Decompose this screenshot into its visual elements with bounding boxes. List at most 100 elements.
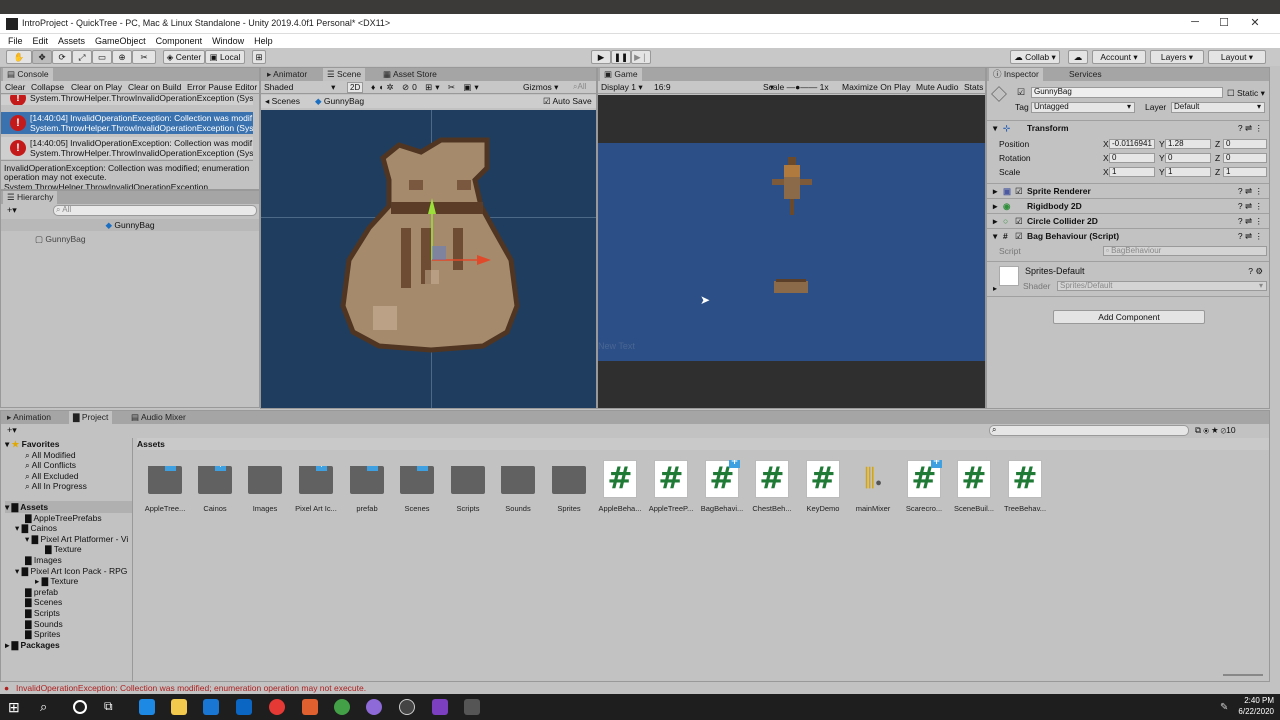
scale-x-field[interactable]: 1 <box>1109 167 1155 177</box>
tab-services[interactable]: Services <box>1065 68 1106 81</box>
status-bar[interactable]: ● InvalidOperationException: Collection … <box>0 683 1280 694</box>
console-entry[interactable]: ! System.ThrowHelper.ThrowInvalidOperati… <box>1 95 253 105</box>
layers-dropdown[interactable]: Layers ▾ <box>1150 50 1204 64</box>
chrome-icon[interactable] <box>269 699 285 715</box>
tab-scene[interactable]: ☰ Scene <box>323 68 366 81</box>
console-entry-selected[interactable]: ! [14:40:04] InvalidOperationException: … <box>1 112 253 134</box>
asset-script[interactable]: # SceneBuil... <box>950 460 998 513</box>
object-name-field[interactable]: GunnyBag <box>1031 87 1223 98</box>
tab-animator[interactable]: ▸ Animator <box>263 68 311 81</box>
asset-folder[interactable]: Sounds <box>494 466 542 513</box>
task-view-icon[interactable]: ⧉ <box>104 699 113 714</box>
collab-button[interactable]: ☁ Collab ▾ <box>1010 50 1060 64</box>
file-explorer-icon[interactable] <box>171 699 187 715</box>
console-clear-button[interactable]: Clear <box>5 82 25 92</box>
rotate-tool-button[interactable]: ⟳ <box>52 50 72 64</box>
asset-folder[interactable]: ⋯AppleTree... <box>141 466 189 513</box>
unity-editor-icon[interactable] <box>464 699 480 715</box>
visual-studio-icon[interactable] <box>432 699 448 715</box>
console-error-pause-button[interactable]: Error Pause <box>187 82 232 92</box>
asset-script[interactable]: # KeyDemo <box>799 460 847 513</box>
tab-project[interactable]: ▇ Project <box>69 411 113 424</box>
bag-behaviour-header[interactable]: ▾ # ☑ Bag Behaviour (Script) ? ⇌ ⋮ <box>987 228 1269 243</box>
display-dropdown[interactable]: Display 1 ▾ <box>601 82 643 93</box>
position-y-field[interactable]: 1.28 <box>1165 139 1211 149</box>
hierarchy-item[interactable]: ▢ GunnyBag <box>35 233 259 245</box>
rigidbody-2d-header[interactable]: ▸ ◉ Rigidbody 2D ? ⇌ ⋮ <box>987 198 1269 213</box>
asset-script[interactable]: # TreeBehav... <box>1001 460 1049 513</box>
asset-folder[interactable]: +Cainos <box>191 466 239 513</box>
asset-folder[interactable]: +Pixel Art Ic... <box>292 466 340 513</box>
rotation-x-field[interactable]: 0 <box>1109 153 1155 163</box>
menu-file[interactable]: File <box>0 34 28 48</box>
account-dropdown[interactable]: Account ▾ <box>1092 50 1146 64</box>
rect-tool-button[interactable]: ▭ <box>92 50 112 64</box>
project-search-input[interactable]: ⌕ <box>989 425 1189 436</box>
asset-folder[interactable]: Scripts <box>444 466 492 513</box>
scale-tool-button[interactable]: ⤢ <box>72 50 92 64</box>
tab-inspector[interactable]: ⓘ Inspector <box>989 68 1043 81</box>
asset-folder[interactable]: ⋯Scenes <box>393 466 441 513</box>
snap-button[interactable]: ⊞ <box>252 50 266 64</box>
edge-icon[interactable] <box>139 699 155 715</box>
scene-search-input[interactable]: ⌕All <box>573 82 586 92</box>
unity-hub-icon[interactable] <box>399 699 415 715</box>
gunnybag-sprite[interactable] <box>261 110 596 408</box>
menu-edit[interactable]: Edit <box>28 34 54 48</box>
pivot-local-button[interactable]: ▣ Local <box>205 50 245 64</box>
minimize-button[interactable]: ─ <box>1180 16 1210 32</box>
console-entry[interactable]: ! [14:40:05] InvalidOperationException: … <box>1 137 253 159</box>
icon-size-slider[interactable] <box>1223 674 1263 676</box>
position-x-field[interactable]: -0.0116941 <box>1109 139 1155 149</box>
app-icon[interactable] <box>302 699 318 715</box>
scene-viewport[interactable] <box>261 110 596 408</box>
custom-tool-button[interactable]: ✂ <box>132 50 156 64</box>
asset-audio-mixer[interactable]: ⫼● mainMixer <box>849 460 897 513</box>
layer-dropdown[interactable]: Default ▾ <box>1171 102 1265 113</box>
windows-start-icon[interactable]: ⊞ <box>8 699 24 715</box>
tag-dropdown[interactable]: Untagged ▾ <box>1031 102 1135 113</box>
tab-hierarchy[interactable]: ☰ Hierarchy <box>3 191 58 204</box>
menu-gameobject[interactable]: GameObject <box>90 34 151 48</box>
rotation-y-field[interactable]: 0 <box>1165 153 1211 163</box>
2d-toggle[interactable]: 2D <box>347 82 364 93</box>
layout-dropdown[interactable]: Layout ▾ <box>1208 50 1266 64</box>
asset-script[interactable]: # + BagBehavi... <box>698 460 746 513</box>
circle-collider-2d-header[interactable]: ▸ ○ ☑ Circle Collider 2D ? ⇌ ⋮ <box>987 213 1269 228</box>
active-checkbox[interactable]: ☑ <box>1017 87 1025 98</box>
auto-save-toggle[interactable]: ☑ Auto Save <box>543 96 592 107</box>
hierarchy-search-input[interactable]: ⌕ All <box>53 205 257 216</box>
assets-breadcrumb[interactable]: Assets <box>137 438 1269 450</box>
packages-root[interactable]: ▸ ▇ Packages <box>5 639 132 651</box>
mail-icon[interactable] <box>236 699 252 715</box>
static-toggle[interactable]: ☐ Static ▾ <box>1227 88 1265 99</box>
gizmos-dropdown[interactable]: Gizmos ▾ <box>523 82 558 93</box>
menu-help[interactable]: Help <box>249 34 278 48</box>
transform-tool-button[interactable]: ⊕ <box>112 50 132 64</box>
step-button[interactable]: ▶❘ <box>631 50 651 64</box>
scene-toggles[interactable]: ♦◖✲ ⊘0 ⊞▾ ✂ ▣▾ <box>371 82 482 93</box>
shading-dropdown[interactable]: Shaded ▾ <box>264 82 335 93</box>
sprite-renderer-header[interactable]: ▸ ▣ ☑ Sprite Renderer ? ⇌ ⋮ <box>987 183 1269 198</box>
clock-time[interactable]: 2:40 PM <box>1240 696 1274 705</box>
chrome-alt-icon[interactable] <box>334 699 350 715</box>
asset-script[interactable]: # AppleBeha... <box>596 460 644 513</box>
menu-window[interactable]: Window <box>207 34 249 48</box>
breadcrumb-scenes[interactable]: ◂ Scenes <box>265 96 300 107</box>
tab-asset-store[interactable]: ▦ Asset Store <box>379 68 441 81</box>
rotation-z-field[interactable]: 0 <box>1223 153 1267 163</box>
stats-toggle[interactable]: Stats <box>964 82 983 92</box>
search-icon[interactable]: ⌕ <box>40 699 47 715</box>
console-collapse-button[interactable]: Collapse <box>31 82 64 92</box>
console-editor-dropdown[interactable]: Editor <box>235 82 257 92</box>
pause-button[interactable]: ❚❚ <box>611 50 631 64</box>
game-viewport[interactable]: New Text ➤ <box>598 95 985 408</box>
tab-animation[interactable]: ▸ Animation <box>3 411 55 424</box>
scale-slider[interactable]: Scale ―●―― 1x <box>763 82 829 92</box>
console-clear-on-build-button[interactable]: Clear on Build <box>128 82 181 92</box>
move-tool-button[interactable]: ✥ <box>32 50 52 64</box>
play-button[interactable]: ▶ <box>591 50 611 64</box>
maximize-on-play-toggle[interactable]: Maximize On Play <box>842 82 911 92</box>
fav-item[interactable]: ⌕ All In Progress <box>25 480 132 492</box>
add-component-button[interactable]: Add Component <box>1053 310 1205 324</box>
